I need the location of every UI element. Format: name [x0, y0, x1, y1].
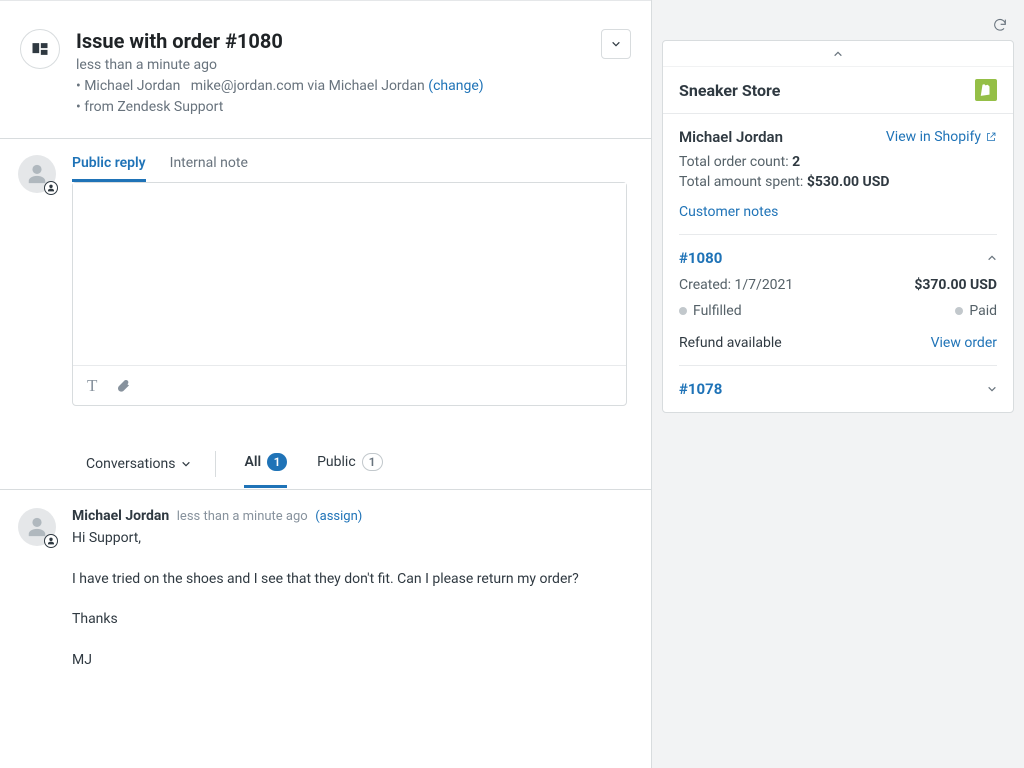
chevron-up-icon — [987, 253, 997, 263]
order-count: 2 — [792, 154, 800, 170]
order-1080: #1080 Created: 1/7/2021 $370.00 USD Fulf… — [663, 235, 1013, 365]
ticket-actions-dropdown[interactable] — [601, 29, 631, 59]
channel-icon — [20, 29, 60, 69]
order-total: $370.00 USD — [914, 277, 997, 293]
reply-area: Public reply Internal note T — [0, 139, 651, 418]
filter-tab-public[interactable]: Public 1 — [317, 439, 382, 488]
order-payment: Paid — [955, 303, 997, 319]
ticket-source: • from Zendesk Support — [76, 97, 484, 118]
refund-available: Refund available — [679, 335, 782, 351]
reply-toolbar: T — [73, 365, 626, 405]
shopify-icon — [975, 79, 997, 101]
spent-label: Total amount spent: — [679, 174, 807, 190]
order-id: #1080 — [679, 249, 722, 267]
person-icon — [26, 163, 48, 185]
ticket-time: less than a minute ago — [76, 55, 484, 76]
filter-all-label: All — [244, 454, 261, 470]
filter-all-count: 1 — [267, 453, 287, 471]
customer-avatar — [18, 508, 56, 546]
refresh-icon[interactable] — [992, 17, 1008, 33]
avatar-status-badge — [44, 534, 58, 548]
view-order-link[interactable]: View order — [931, 335, 997, 351]
requester-email: mike@jordan.com — [191, 78, 304, 94]
order-1078-header[interactable]: #1078 — [679, 380, 997, 398]
message-author: Michael Jordan — [72, 508, 169, 524]
conversations-dropdown[interactable]: Conversations — [86, 451, 216, 477]
agent-avatar — [18, 155, 56, 193]
assign-link[interactable]: (assign) — [315, 509, 362, 524]
filter-public-count: 1 — [362, 453, 383, 471]
conversation-filter-bar: Conversations All 1 Public 1 — [0, 438, 651, 490]
via-name: Michael Jordan — [329, 78, 425, 94]
order-count-line: Total order count: 2 — [679, 154, 997, 170]
spent-line: Total amount spent: $530.00 USD — [679, 174, 997, 190]
chevron-up-icon — [833, 49, 843, 59]
message-header: Michael Jordan less than a minute ago (a… — [72, 508, 627, 524]
store-name: Sneaker Store — [679, 81, 780, 100]
order-fulfillment: Fulfilled — [679, 303, 742, 319]
person-icon — [26, 516, 48, 538]
order-fulfillment-label: Fulfilled — [693, 303, 742, 319]
change-requester-link[interactable]: (change) — [428, 76, 483, 97]
ticket-header: Issue with order #1080 less than a minut… — [0, 0, 651, 139]
requester-name: Michael Jordan — [84, 78, 180, 94]
order-payment-label: Paid — [969, 303, 997, 319]
ticket-title: Issue with order #1080 — [76, 29, 484, 53]
conversations-label: Conversations — [86, 456, 175, 472]
chevron-down-icon — [987, 384, 997, 394]
tab-internal-note[interactable]: Internal note — [170, 155, 248, 182]
order-id: #1078 — [679, 380, 722, 398]
text-format-icon[interactable]: T — [87, 376, 97, 396]
order-created: Created: 1/7/2021 — [679, 277, 793, 293]
order-1078: #1078 — [663, 366, 1013, 412]
conversation-message: Michael Jordan less than a minute ago (a… — [0, 490, 651, 688]
filter-public-label: Public — [317, 454, 356, 470]
view-in-shopify-link[interactable]: View in Shopify — [886, 129, 997, 145]
card-collapse-toggle[interactable] — [663, 41, 1013, 67]
view-in-shopify-label: View in Shopify — [886, 129, 981, 145]
shopify-card: Sneaker Store Michael Jordan View in Sho… — [662, 40, 1014, 413]
order-1080-header[interactable]: #1080 — [679, 249, 997, 267]
message-body: Hi Support, I have tried on the shoes an… — [72, 528, 627, 670]
reply-tabs: Public reply Internal note — [72, 155, 627, 182]
order-count-label: Total order count: — [679, 154, 792, 170]
customer-section: Michael Jordan View in Shopify Total ord… — [663, 114, 1013, 234]
store-header: Sneaker Store — [663, 67, 1013, 114]
spent-amount: $530.00 USD — [807, 174, 890, 190]
reply-textarea[interactable] — [73, 183, 626, 365]
ticket-requester-line: • Michael Jordan mike@jordan.com via Mic… — [76, 76, 484, 97]
chevron-down-icon — [181, 459, 191, 469]
customer-notes-link[interactable]: Customer notes — [679, 204, 778, 220]
filter-tab-all[interactable]: All 1 — [244, 439, 287, 488]
customer-name: Michael Jordan — [679, 128, 783, 146]
avatar-status-badge — [44, 181, 58, 195]
external-link-icon — [985, 131, 997, 143]
tab-public-reply[interactable]: Public reply — [72, 155, 146, 182]
attachment-icon[interactable] — [115, 378, 131, 394]
chevron-down-icon — [611, 39, 621, 49]
message-time: less than a minute ago — [177, 509, 308, 524]
reply-box: T — [72, 182, 627, 406]
